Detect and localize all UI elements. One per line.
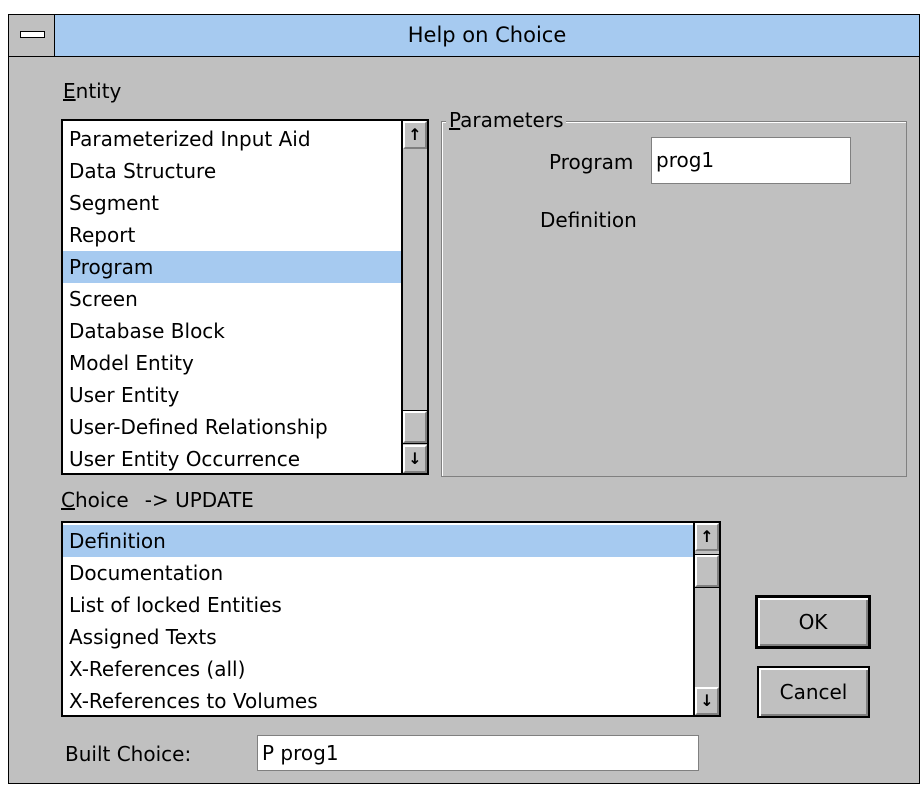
entity-scroll-thumb[interactable]: [402, 410, 427, 444]
system-menu-button[interactable]: [9, 15, 55, 56]
entity-list-item[interactable]: Screen: [67, 283, 401, 315]
choice-scroll-thumb[interactable]: [694, 554, 719, 588]
arrow-up-icon: ↑: [700, 527, 714, 546]
entity-list-item[interactable]: Report: [67, 219, 401, 251]
choice-scroll-down-button[interactable]: ↓: [695, 687, 719, 715]
choice-list-item[interactable]: Definition: [63, 525, 693, 557]
program-input[interactable]: prog1: [651, 137, 851, 184]
entity-scrollbar[interactable]: ↑ ↓: [401, 121, 427, 473]
entity-list-item[interactable]: Segment: [67, 187, 401, 219]
built-choice-label: Built Choice:: [65, 742, 192, 766]
entity-list-item[interactable]: User Entity Occurrence: [67, 443, 401, 473]
choice-scroll-up-button[interactable]: ↑: [695, 523, 719, 551]
entity-listbox[interactable]: Parameterized Input Aid Data Structure Seg…: [61, 119, 429, 475]
choice-scrollbar[interactable]: ↑ ↓: [693, 523, 719, 715]
system-menu-icon: [20, 31, 45, 38]
entity-label: Entity: [63, 79, 121, 103]
entity-list-item[interactable]: Parameterized Input Aid: [67, 123, 401, 155]
entity-list-item[interactable]: Program: [63, 251, 401, 283]
arrow-down-icon: ↓: [700, 691, 714, 710]
parameters-label-mnemonic: P: [449, 108, 461, 132]
built-choice-input[interactable]: P prog1: [257, 735, 699, 771]
definition-label: Definition: [540, 208, 637, 232]
choice-list-item[interactable]: X-References to Volumes: [67, 685, 693, 715]
entity-label-text: ntity: [75, 79, 122, 103]
program-label: Program: [549, 150, 634, 174]
choice-label: Choice -> UPDATE: [61, 488, 254, 512]
title-bar: Help on Choice: [9, 15, 919, 57]
entity-list-item[interactable]: Data Structure: [67, 155, 401, 187]
ok-button[interactable]: OK: [755, 595, 871, 649]
choice-list-item[interactable]: X-References (all): [67, 653, 693, 685]
parameters-label-text: arameters: [460, 108, 564, 132]
entity-list-item[interactable]: User-Defined Relationship: [67, 411, 401, 443]
arrow-up-icon: ↑: [408, 125, 422, 144]
cancel-button[interactable]: Cancel: [757, 666, 870, 718]
entity-list-item[interactable]: Database Block: [67, 315, 401, 347]
choice-list-item[interactable]: Documentation: [67, 557, 693, 589]
entity-list-item[interactable]: Model Entity: [67, 347, 401, 379]
choice-listbox[interactable]: Definition Documentation List of locked En…: [61, 521, 721, 717]
help-on-choice-dialog: Help on Choice Entity Parameterized Inpu…: [8, 14, 920, 784]
choice-label-text: hoice: [74, 488, 129, 512]
parameters-label: Parameters: [446, 108, 567, 132]
entity-list-item[interactable]: User Entity: [67, 379, 401, 411]
window-title: Help on Choice: [407, 23, 567, 47]
entity-scroll-down-button[interactable]: ↓: [403, 445, 427, 473]
choice-mode: -> UPDATE: [144, 488, 254, 512]
choice-list-item[interactable]: Assigned Texts: [67, 621, 693, 653]
choice-label-mnemonic: C: [61, 488, 75, 512]
arrow-down-icon: ↓: [408, 449, 422, 468]
choice-list-item[interactable]: List of locked Entities: [67, 589, 693, 621]
entity-label-mnemonic: E: [63, 79, 76, 103]
entity-scroll-up-button[interactable]: ↑: [403, 121, 427, 149]
